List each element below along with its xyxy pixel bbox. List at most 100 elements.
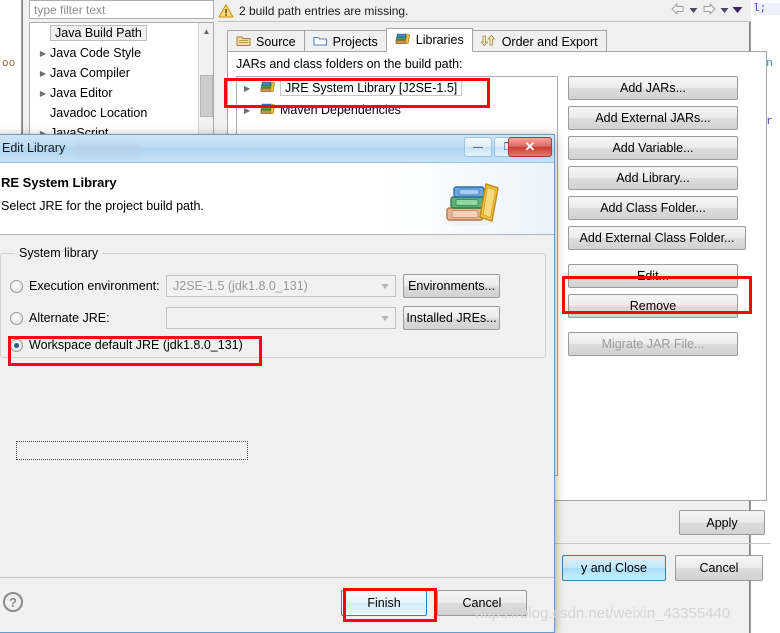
focus-outline bbox=[16, 441, 248, 460]
list-item[interactable]: ▶ Maven Dependencies bbox=[237, 99, 557, 121]
code-fragment: l; bbox=[753, 3, 780, 15]
sidebar-item-java-code-style[interactable]: ▶ Java Code Style bbox=[30, 43, 213, 63]
dialog-header: RE System Library Select JRE for the pro… bbox=[0, 163, 554, 235]
dialog-title: Edit Library bbox=[2, 141, 66, 155]
tab-label: Libraries bbox=[415, 33, 464, 47]
expand-arrow-icon[interactable]: ▶ bbox=[36, 49, 50, 58]
dialog-heading: RE System Library bbox=[1, 175, 117, 190]
library-books-icon bbox=[260, 102, 276, 118]
sidebar-item-label: Java Code Style bbox=[50, 46, 142, 60]
back-dropdown-chevron-down-icon[interactable] bbox=[689, 3, 698, 17]
chevron-down-icon[interactable] bbox=[381, 284, 389, 289]
list-item-label: Maven Dependencies bbox=[280, 103, 401, 117]
expand-arrow-icon[interactable]: ▶ bbox=[36, 89, 50, 98]
tab-projects[interactable]: Projects bbox=[303, 30, 387, 52]
dialog-footer-separator bbox=[0, 577, 554, 578]
cancel-preferences-button[interactable]: Cancel bbox=[675, 555, 763, 581]
libraries-button-column: Add JARs... Add External JARs... Add Var… bbox=[568, 76, 760, 362]
installed-jres-button[interactable]: Installed JREs... bbox=[403, 306, 500, 330]
blurred-title-suffix bbox=[76, 144, 138, 155]
list-item-label: JRE System Library [J2SE-1.5] bbox=[280, 80, 463, 96]
preferences-tree[interactable]: Java Build Path ▶ Java Code Style ▶ Java… bbox=[29, 22, 214, 140]
libraries-caption: JARs and class folders on the build path… bbox=[236, 57, 463, 71]
list-item[interactable]: ▶ JRE System Library [J2SE-1.5] bbox=[237, 77, 557, 99]
minimize-icon[interactable]: — bbox=[464, 137, 492, 157]
build-path-tabstrip: Source Projects Libraries Order and Expo… bbox=[227, 28, 607, 52]
tab-libraries[interactable]: Libraries bbox=[385, 28, 473, 52]
finish-button[interactable]: Finish bbox=[341, 590, 427, 616]
expand-arrow-icon[interactable]: ▶ bbox=[244, 84, 256, 93]
sidebar-item-label: Java Editor bbox=[50, 86, 113, 100]
add-jars-button[interactable]: Add JARs... bbox=[568, 76, 738, 100]
tab-order-and-export[interactable]: Order and Export bbox=[471, 30, 607, 52]
edit-button[interactable]: Edit... bbox=[568, 264, 738, 288]
help-icon[interactable]: ? bbox=[3, 592, 23, 612]
alternate-jre-label: Alternate JRE: bbox=[29, 311, 110, 325]
system-library-group: System library Execution environment: J2… bbox=[0, 246, 546, 358]
workspace-default-jre-radio-row[interactable]: Workspace default JRE (jdk1.8.0_131) bbox=[10, 334, 243, 356]
sidebar-item-label: Java Compiler bbox=[50, 66, 130, 80]
execution-environment-label: Execution environment: bbox=[29, 279, 160, 293]
button-group-spacer bbox=[568, 256, 760, 264]
tree-scrollbar[interactable]: ▲ bbox=[198, 23, 213, 139]
order-export-icon bbox=[480, 34, 497, 50]
dialog-subheading: Select JRE for the project build path. bbox=[1, 199, 204, 213]
library-books-icon bbox=[395, 32, 411, 48]
watermark: https://blog.csdn.net/weixin_43355440 bbox=[475, 605, 731, 622]
apply-button[interactable]: Apply bbox=[679, 510, 765, 535]
close-icon[interactable]: ✕ bbox=[508, 137, 552, 157]
migrate-jar-file-button: Migrate JAR File... bbox=[568, 332, 738, 356]
combo-value: J2SE-1.5 (jdk1.8.0_131) bbox=[173, 279, 308, 293]
library-books-icon bbox=[260, 80, 276, 96]
forward-arrow-icon[interactable] bbox=[701, 2, 717, 19]
system-library-group-label: System library bbox=[15, 246, 103, 260]
expand-arrow-icon[interactable]: ▶ bbox=[244, 106, 256, 115]
source-folder-icon bbox=[236, 34, 251, 50]
sidebar-item-label: Javadoc Location bbox=[50, 106, 148, 120]
scroll-up-icon[interactable]: ▲ bbox=[200, 24, 213, 39]
navigation-icons bbox=[670, 1, 743, 19]
add-external-class-folder-button[interactable]: Add External Class Folder... bbox=[568, 226, 746, 250]
warning-icon bbox=[218, 3, 234, 19]
environments-button[interactable]: Environments... bbox=[403, 274, 500, 298]
code-fragment: oo bbox=[2, 58, 16, 70]
tab-label: Source bbox=[256, 34, 296, 49]
projects-folder-icon bbox=[313, 34, 328, 50]
filter-input[interactable]: type filter text bbox=[29, 0, 214, 19]
expand-arrow-icon[interactable]: ▶ bbox=[36, 69, 50, 78]
right-pane-header: 2 build path entries are missing. bbox=[218, 0, 751, 22]
warning-text: 2 build path entries are missing. bbox=[239, 4, 409, 18]
radio-icon[interactable] bbox=[10, 311, 23, 325]
button-group-spacer bbox=[568, 324, 760, 332]
forward-dropdown-chevron-down-icon[interactable] bbox=[720, 3, 729, 17]
tab-source[interactable]: Source bbox=[227, 30, 305, 52]
dialog-body: System library Execution environment: J2… bbox=[0, 235, 554, 568]
execution-environment-combo[interactable]: J2SE-1.5 (jdk1.8.0_131) bbox=[166, 275, 396, 297]
workspace-default-jre-label: Workspace default JRE (jdk1.8.0_131) bbox=[29, 338, 243, 352]
sidebar-item-java-compiler[interactable]: ▶ Java Compiler bbox=[30, 63, 213, 83]
add-variable-button[interactable]: Add Variable... bbox=[568, 136, 738, 160]
sidebar-item-label: Java Build Path bbox=[50, 25, 147, 41]
remove-button[interactable]: Remove bbox=[568, 294, 738, 318]
view-menu-chevron-down-icon[interactable] bbox=[732, 3, 743, 17]
books-icon bbox=[440, 177, 506, 227]
radio-icon[interactable] bbox=[10, 338, 23, 352]
add-external-jars-button[interactable]: Add External JARs... bbox=[568, 106, 738, 130]
sidebar-item-javadoc-location[interactable]: Javadoc Location bbox=[30, 103, 213, 123]
radio-icon[interactable] bbox=[10, 279, 23, 293]
back-arrow-icon[interactable] bbox=[670, 2, 686, 19]
execution-environment-radio-row[interactable]: Execution environment: bbox=[10, 275, 160, 297]
chevron-down-icon[interactable] bbox=[381, 316, 389, 321]
apply-and-close-button[interactable]: y and Close bbox=[562, 555, 666, 581]
dialog-titlebar[interactable]: Edit Library — ❐ ✕ bbox=[0, 135, 554, 163]
sidebar-item-java-build-path[interactable]: Java Build Path bbox=[30, 23, 213, 43]
scrollbar-thumb[interactable] bbox=[200, 75, 213, 117]
add-library-button[interactable]: Add Library... bbox=[568, 166, 738, 190]
edit-library-dialog: Edit Library — ❐ ✕ RE System Library Sel… bbox=[0, 134, 555, 633]
sidebar-item-java-editor[interactable]: ▶ Java Editor bbox=[30, 83, 213, 103]
build-path-warning: 2 build path entries are missing. bbox=[218, 1, 408, 21]
add-class-folder-button[interactable]: Add Class Folder... bbox=[568, 196, 738, 220]
alternate-jre-radio-row[interactable]: Alternate JRE: bbox=[10, 307, 110, 329]
tab-label: Projects bbox=[332, 34, 378, 49]
alternate-jre-combo[interactable] bbox=[166, 307, 396, 329]
